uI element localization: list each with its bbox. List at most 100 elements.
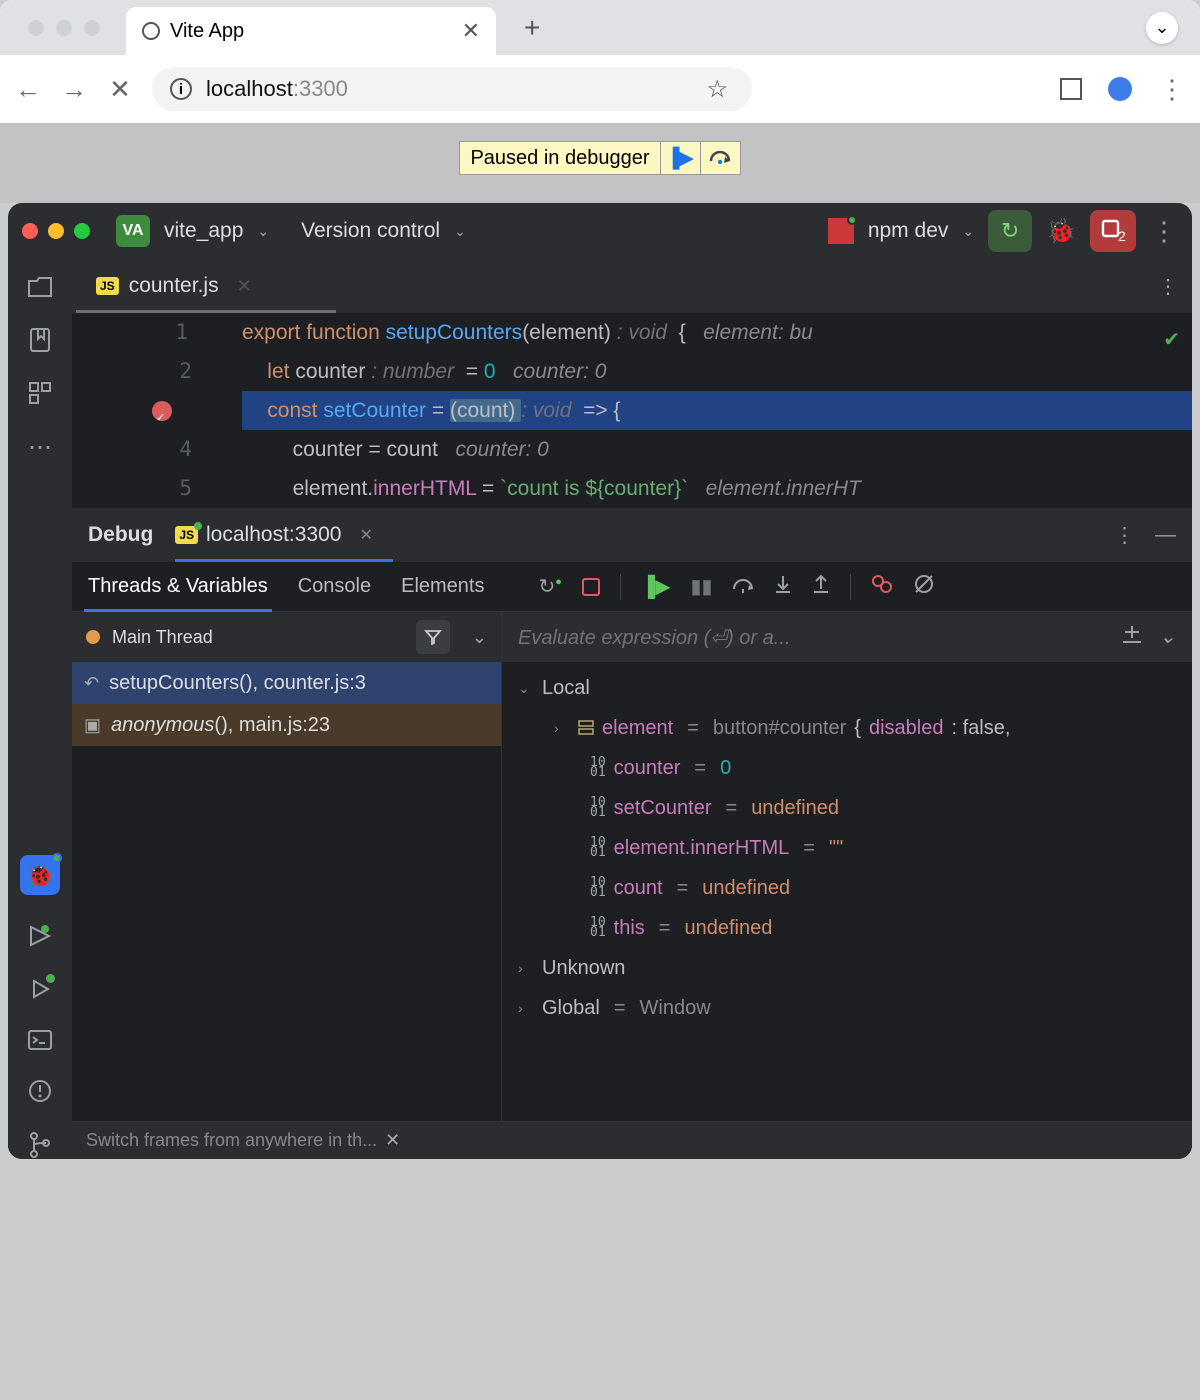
- step-over-icon[interactable]: [732, 575, 754, 599]
- window-traffic-lights[interactable]: [28, 20, 100, 36]
- forward-button[interactable]: →: [60, 74, 88, 105]
- scope-global[interactable]: ›Global=Window: [502, 988, 1192, 1028]
- step-out-icon[interactable]: [812, 574, 830, 600]
- add-watch-icon[interactable]: [1121, 624, 1143, 650]
- tab-list-chevron[interactable]: ⌄: [1146, 12, 1178, 44]
- git-tool-icon[interactable]: [28, 1131, 52, 1159]
- thread-status-icon: [86, 630, 100, 644]
- pause-icon[interactable]: ▮▮: [690, 574, 712, 599]
- terminal-tool-icon[interactable]: [27, 1029, 53, 1051]
- scope-local[interactable]: ⌄Local: [502, 668, 1192, 708]
- stack-frame[interactable]: ▣ anonymous(), main.js:23: [72, 704, 501, 746]
- debug-icon[interactable]: 🐞: [1046, 217, 1076, 246]
- debug-title: Debug: [88, 523, 153, 547]
- breakpoint-gutter[interactable]: [72, 391, 242, 430]
- browser-tab[interactable]: Vite App ✕: [126, 7, 496, 55]
- new-tab-button[interactable]: +: [524, 12, 540, 44]
- debug-minimize-icon[interactable]: —: [1155, 523, 1176, 548]
- project-tool-icon[interactable]: [27, 275, 53, 299]
- debug-more-icon[interactable]: ⋮: [1114, 523, 1135, 548]
- debug-tool-icon[interactable]: 🐞: [20, 855, 60, 895]
- rerun-button[interactable]: ↻: [988, 210, 1032, 252]
- debug-subtabs: Threads & Variables Console Elements ↻● …: [72, 562, 1192, 612]
- console-tab[interactable]: Console: [298, 562, 371, 612]
- more-tool-icon[interactable]: ⋯: [28, 433, 52, 462]
- elements-tab[interactable]: Elements: [401, 562, 484, 612]
- variable-row[interactable]: 1001setCounter=undefined: [502, 788, 1192, 828]
- js-debug-icon: JS: [175, 526, 198, 544]
- stop-icon[interactable]: [582, 578, 600, 596]
- ide-titlebar: VA vite_app ⌄ Version control ⌄ npm dev …: [8, 203, 1192, 259]
- step-into-icon[interactable]: [774, 574, 792, 600]
- threads-variables-tab[interactable]: Threads & Variables: [88, 562, 268, 612]
- debug-session-tab[interactable]: JS localhost:3300 ✕: [175, 508, 373, 562]
- structure-tool-icon[interactable]: [28, 381, 52, 405]
- thread-chevron-icon[interactable]: ⌄: [472, 627, 487, 648]
- tab-title: Vite App: [170, 20, 452, 43]
- inspection-ok-icon[interactable]: ✔: [1163, 321, 1180, 359]
- ide-traffic-lights[interactable]: [22, 223, 90, 239]
- bookmarks-tool-icon[interactable]: [29, 327, 51, 353]
- reload-button[interactable]: ✕: [106, 74, 134, 105]
- debug-session-close[interactable]: ✕: [359, 525, 372, 545]
- page-viewport: Paused in debugger ▐▶: [0, 123, 1200, 203]
- stack-frame[interactable]: ↶ setupCounters(), counter.js:3: [72, 662, 501, 704]
- npm-icon: [828, 218, 854, 244]
- stop-button[interactable]: 2: [1090, 210, 1136, 252]
- run-config-name[interactable]: npm dev: [868, 219, 949, 243]
- editor-tab-strip: JS counter.js ✕ ⋮: [72, 259, 1192, 313]
- debugger-step-button[interactable]: [700, 141, 740, 175]
- version-control-menu[interactable]: Version control: [301, 219, 440, 243]
- tab-close-button[interactable]: ✕: [462, 18, 480, 44]
- frames-filter-button[interactable]: [416, 620, 450, 654]
- rerun-icon[interactable]: ↻●: [538, 574, 561, 599]
- debugger-resume-button[interactable]: ▐▶: [660, 141, 700, 175]
- back-button[interactable]: ←: [14, 74, 42, 105]
- variable-row[interactable]: 1001this=undefined: [502, 908, 1192, 948]
- line-number: 2: [72, 352, 242, 391]
- frame-icon: ▣: [84, 715, 101, 736]
- problems-tool-icon[interactable]: [28, 1079, 52, 1103]
- variable-row[interactable]: 1001element.innerHTML="": [502, 828, 1192, 868]
- breakpoint-icon[interactable]: [152, 401, 172, 421]
- debug-tool-header: Debug JS localhost:3300 ✕ ⋮ —: [72, 508, 1192, 562]
- globe-icon: [142, 22, 160, 40]
- services-tool-icon[interactable]: [28, 977, 52, 1001]
- editor-tab-close[interactable]: ✕: [237, 276, 252, 297]
- address-bar[interactable]: i localhost:3300 ☆: [152, 67, 752, 111]
- variable-row[interactable]: ›element=button#counter {disabled: false…: [502, 708, 1192, 748]
- project-chevron-icon[interactable]: ⌄: [257, 223, 269, 240]
- view-breakpoints-icon[interactable]: [871, 574, 893, 600]
- mute-breakpoints-icon[interactable]: [913, 573, 935, 601]
- object-icon: [578, 720, 594, 736]
- frame-undo-icon: ↶: [84, 673, 99, 694]
- editor-more-icon[interactable]: ⋮: [1158, 274, 1178, 299]
- evaluate-expression-input[interactable]: Evaluate expression (⏎) or a... ⌄: [502, 612, 1192, 662]
- debug-session-name: localhost:3300: [206, 523, 341, 547]
- scope-unknown[interactable]: ›Unknown: [502, 948, 1192, 988]
- project-name[interactable]: vite_app: [164, 219, 243, 243]
- run-config-chevron-icon[interactable]: ⌄: [962, 223, 974, 240]
- run-tool-icon[interactable]: [27, 923, 53, 949]
- variable-row[interactable]: 1001counter=0: [502, 748, 1192, 788]
- primitive-icon: 1001: [590, 758, 606, 778]
- variable-row[interactable]: 1001count=undefined: [502, 868, 1192, 908]
- eval-placeholder: Evaluate expression (⏎) or a...: [518, 625, 790, 650]
- project-badge[interactable]: VA: [116, 215, 150, 247]
- frames-panel: Main Thread ⌄ ↶ setupCounters(), counter…: [72, 612, 502, 1159]
- tip-close-button[interactable]: ✕: [385, 1130, 400, 1151]
- profile-avatar[interactable]: [1108, 77, 1132, 101]
- site-info-icon[interactable]: i: [170, 78, 192, 100]
- editor-tab[interactable]: JS counter.js ✕: [86, 274, 262, 298]
- ide-more-icon[interactable]: ⋮: [1150, 216, 1178, 247]
- code-editor[interactable]: ✔ 1 export function setupCounters(elemen…: [72, 313, 1192, 508]
- side-panel-icon[interactable]: [1060, 78, 1082, 100]
- thread-selector[interactable]: Main Thread ⌄: [72, 612, 501, 662]
- eval-chevron-icon[interactable]: ⌄: [1159, 624, 1176, 650]
- bookmark-star-icon[interactable]: ☆: [706, 75, 728, 104]
- resume-icon[interactable]: ▐▶: [641, 574, 671, 599]
- variables-tree[interactable]: ⌄Local ›element=button#counter {disabled…: [502, 662, 1192, 1159]
- vcs-chevron-icon[interactable]: ⌄: [454, 223, 466, 240]
- address-host: localhost: [206, 76, 293, 101]
- browser-menu-icon[interactable]: ⋮: [1158, 74, 1186, 105]
